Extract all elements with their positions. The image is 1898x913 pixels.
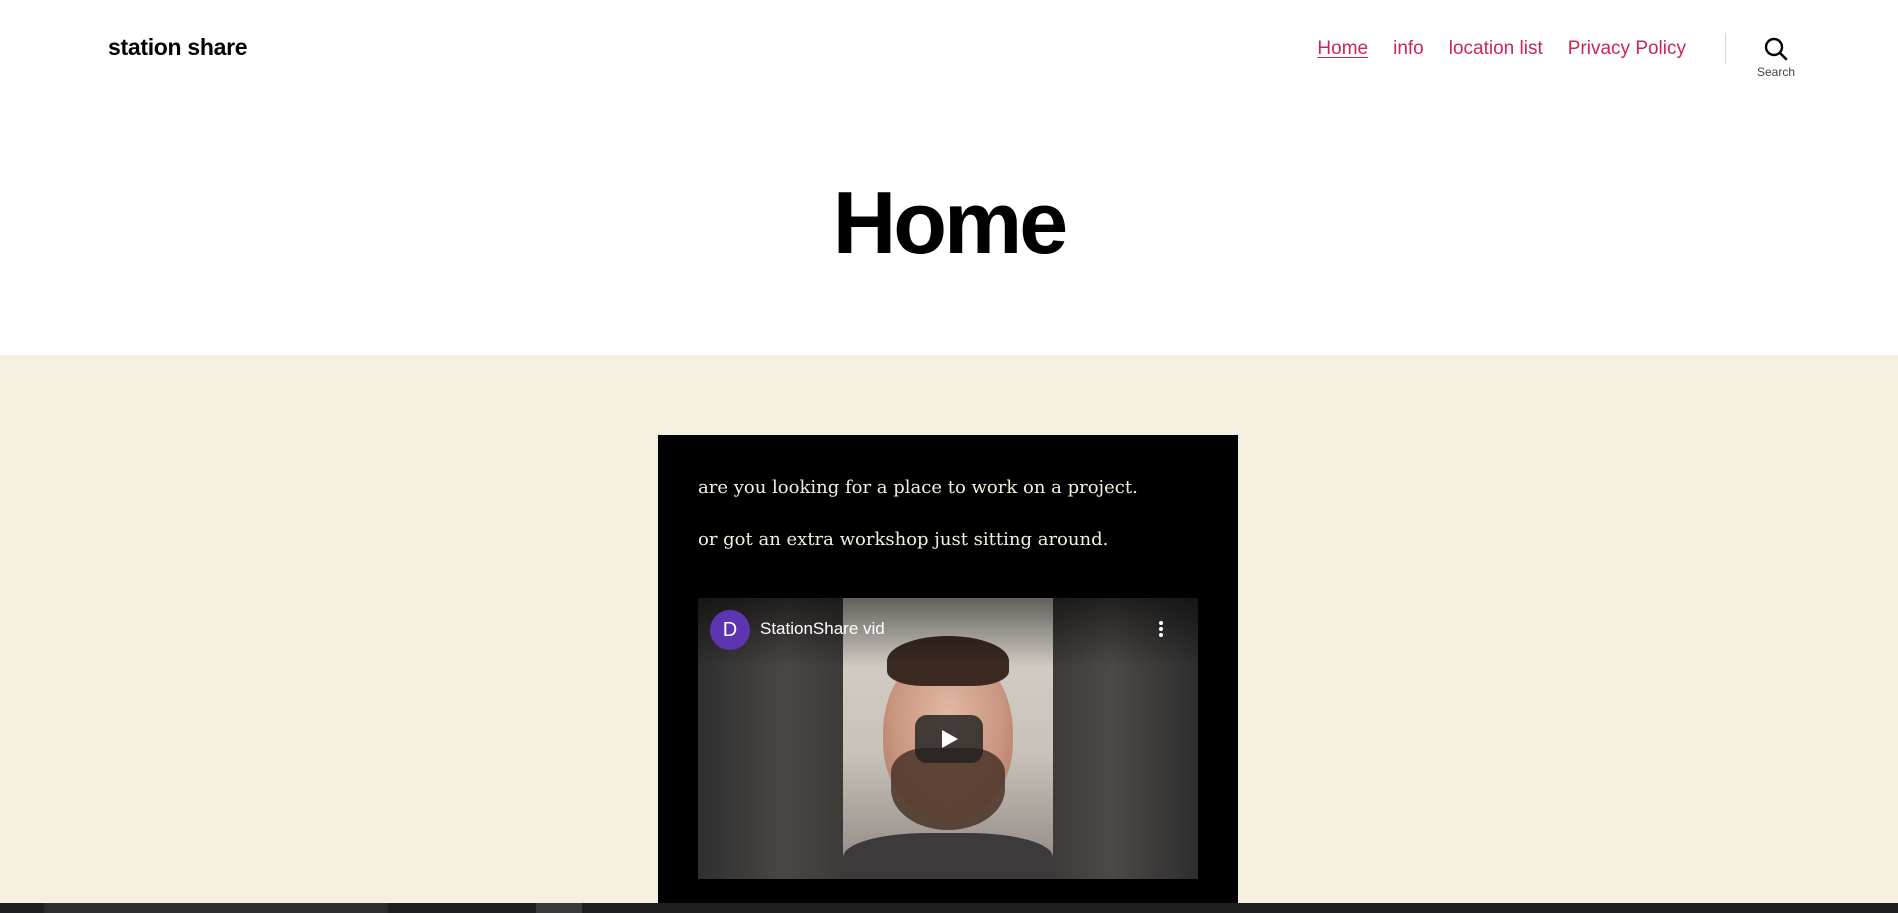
- site-title-link[interactable]: station share: [108, 34, 248, 61]
- primary-nav: Home info location list Privacy Policy: [1317, 38, 1686, 60]
- youtube-video-embed[interactable]: D StationShare vid: [698, 598, 1198, 879]
- taskbar-search-box[interactable]: [44, 903, 388, 913]
- nav-item-home[interactable]: Home: [1317, 38, 1368, 60]
- play-icon: [942, 730, 958, 748]
- intro-paragraph-2: or got an extra workshop just sitting ar…: [698, 529, 1109, 550]
- taskbar-app-button[interactable]: [536, 903, 582, 913]
- search-toggle-button[interactable]: Search: [1748, 34, 1804, 84]
- more-options-icon[interactable]: [1158, 621, 1164, 641]
- page-title: Home: [832, 173, 1069, 272]
- play-button[interactable]: [915, 715, 983, 763]
- nav-item-privacy-policy[interactable]: Privacy Policy: [1568, 38, 1686, 60]
- channel-avatar[interactable]: D: [710, 610, 750, 650]
- video-title[interactable]: StationShare vid: [760, 619, 885, 639]
- nav-item-info[interactable]: info: [1393, 38, 1424, 60]
- site-header: station share Home info location list Pr…: [0, 0, 1898, 100]
- intro-paragraph-1: are you looking for a place to work on a…: [698, 477, 1138, 498]
- nav-item-location-list[interactable]: location list: [1449, 38, 1543, 60]
- nav-divider: [1725, 33, 1726, 64]
- thumbnail-shirt: [843, 833, 1053, 879]
- cover-block: are you looking for a place to work on a…: [658, 435, 1238, 903]
- search-label: Search: [1756, 65, 1796, 79]
- os-taskbar: [0, 903, 1898, 913]
- search-icon: [1764, 37, 1788, 61]
